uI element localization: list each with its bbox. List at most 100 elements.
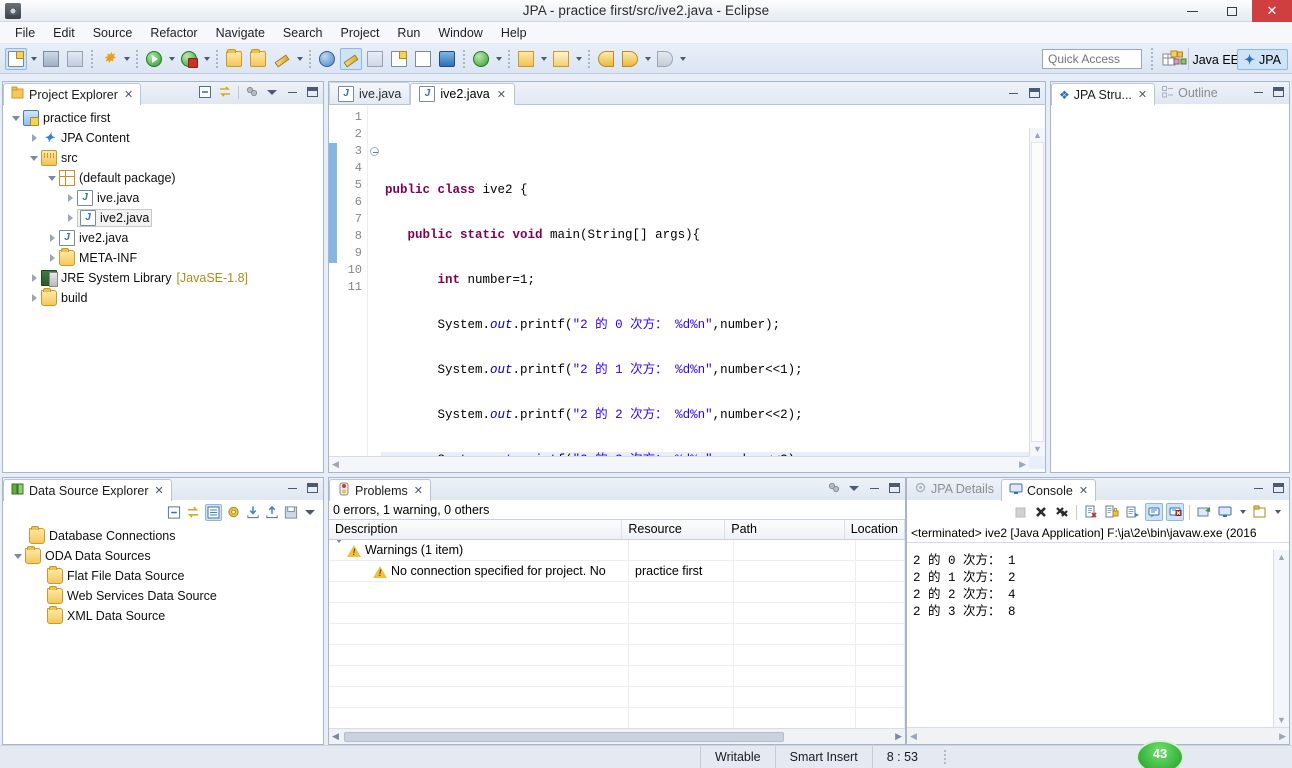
tab-project-explorer[interactable]: Project Explorer ✕	[3, 83, 142, 105]
paragraph-marks-button[interactable]	[412, 48, 434, 70]
minimize-button[interactable]	[1172, 0, 1212, 22]
console-menu-dropdown-arrow-icon[interactable]	[1272, 501, 1283, 523]
maximize-button[interactable]	[1212, 0, 1252, 22]
table-row[interactable]: Warnings (1 item)	[329, 539, 905, 561]
annotation-dropdown-arrow-icon[interactable]	[677, 48, 688, 70]
minimize-panel-icon[interactable]	[1251, 85, 1265, 99]
tree-item-jre-system-library[interactable]: JRE System Library [JavaSE-1.8]	[3, 268, 323, 288]
tree-item-default-package[interactable]: (default package)	[3, 168, 323, 188]
menu-item-refactor[interactable]: Refactor	[141, 24, 206, 42]
column-header-description[interactable]: Description	[329, 520, 623, 539]
tab-outline[interactable]: Outline	[1155, 82, 1225, 104]
export-dropdown-arrow-icon[interactable]	[573, 48, 584, 70]
collapse-all-icon[interactable]	[167, 505, 181, 519]
new-dropdown-arrow-icon[interactable]	[28, 48, 39, 70]
import-profiles-icon[interactable]	[246, 505, 260, 519]
column-header-location[interactable]: Location	[845, 520, 905, 539]
close-icon[interactable]: ✕	[1079, 484, 1088, 497]
scroll-down-icon[interactable]: ▼	[1030, 442, 1045, 456]
close-icon[interactable]: ✕	[414, 484, 423, 497]
link-with-editor-icon[interactable]	[218, 85, 232, 99]
close-icon[interactable]: ✕	[155, 484, 164, 497]
export-profiles-icon[interactable]	[265, 505, 279, 519]
editor-vertical-scrollbar[interactable]: ▲ ▼	[1029, 128, 1045, 456]
debug-button[interactable]	[178, 48, 200, 70]
menu-item-source[interactable]: Source	[84, 24, 142, 42]
new-project-wizard-button[interactable]	[470, 48, 492, 70]
link-with-editor-icon[interactable]	[186, 505, 200, 519]
scroll-left-icon[interactable]: ◀	[910, 731, 917, 742]
scroll-up-icon[interactable]: ▲	[1274, 550, 1289, 564]
menu-item-project[interactable]: Project	[332, 24, 389, 42]
minimize-view-icon[interactable]	[265, 85, 279, 99]
next-annotation-button[interactable]	[654, 48, 676, 70]
minimize-panel-icon[interactable]	[285, 85, 299, 99]
column-header-resource[interactable]: Resource	[622, 520, 726, 539]
menu-item-search[interactable]: Search	[274, 24, 332, 42]
view-menu-icon[interactable]	[245, 85, 259, 99]
import-dropdown-arrow-icon[interactable]	[538, 48, 549, 70]
tree-item-ive2-java-selected[interactable]: J ive2.java	[3, 208, 323, 228]
tree-item-flat-file-data-source[interactable]: Flat File Data Source	[3, 566, 323, 586]
twisty-closed-icon[interactable]	[63, 194, 77, 202]
maximize-panel-icon[interactable]	[1271, 481, 1285, 495]
build-button[interactable]: ✸	[98, 48, 120, 70]
save-icon[interactable]	[284, 505, 298, 519]
open-console-menu-button[interactable]	[1251, 503, 1269, 521]
run-dropdown-arrow-icon[interactable]	[166, 48, 177, 70]
manage-drivers-icon[interactable]	[227, 505, 241, 519]
menu-item-navigate[interactable]: Navigate	[207, 24, 274, 42]
perspective-jpa[interactable]: ✦ JPA	[1237, 49, 1288, 70]
twisty-closed-icon[interactable]	[45, 234, 59, 242]
open-report-button[interactable]	[388, 48, 410, 70]
tab-console[interactable]: Console ✕	[1001, 479, 1097, 501]
tab-jpa-structure[interactable]: ❖ JPA Stru... ✕	[1051, 83, 1156, 105]
filter-menu-icon[interactable]	[847, 481, 861, 495]
scroll-right-icon[interactable]: ▶	[1019, 459, 1026, 470]
twisty-closed-icon[interactable]	[63, 214, 77, 222]
tree-item-web-services-data-source[interactable]: Web Services Data Source	[3, 586, 323, 606]
display-selected-console-button[interactable]	[1145, 503, 1163, 521]
fold-collapse-icon[interactable]	[370, 147, 379, 157]
maximize-panel-icon[interactable]	[1027, 86, 1041, 100]
minimize-panel-icon[interactable]	[1251, 481, 1265, 495]
code-lines[interactable]: public class ive2 { public static void m…	[381, 105, 1045, 557]
open-type-button[interactable]	[223, 48, 245, 70]
table-row[interactable]: No connection specified for project. No …	[329, 560, 905, 582]
console-output[interactable]: 2 的 0 次方： 1 2 的 1 次方： 2 2 的 2 次方： 4 2 的 …	[907, 550, 1273, 727]
menu-item-file[interactable]: File	[6, 24, 44, 42]
show-categories-icon[interactable]	[205, 503, 222, 521]
new-console-view-button[interactable]	[1216, 503, 1234, 521]
scrollbar-thumb[interactable]	[1031, 142, 1044, 442]
editor-tab-ive-java[interactable]: J ive.java	[329, 82, 411, 104]
scroll-left-icon[interactable]: ◀	[332, 459, 339, 470]
run-button[interactable]	[143, 48, 165, 70]
open-console-button[interactable]	[436, 48, 458, 70]
editor-horizontal-scrollbar[interactable]: ◀ ▶	[329, 456, 1029, 472]
scroll-right-icon[interactable]: ▶	[1279, 731, 1286, 742]
open-resource-button[interactable]	[247, 48, 269, 70]
tab-jpa-details[interactable]: JPA Details	[907, 478, 1001, 500]
tab-data-source-explorer[interactable]: Data Source Explorer ✕	[3, 479, 172, 501]
scroll-down-icon[interactable]: ▼	[1274, 713, 1289, 727]
tree-item-ive-java[interactable]: J ive.java	[3, 188, 323, 208]
quick-access-input[interactable]	[1042, 49, 1142, 69]
clear-console-button[interactable]	[1082, 503, 1100, 521]
view-menu-icon[interactable]	[827, 481, 841, 495]
tab-problems[interactable]: Problems ✕	[329, 479, 432, 501]
debug-dropdown-arrow-icon[interactable]	[201, 48, 212, 70]
console-horizontal-scrollbar[interactable]: ◀ ▶	[907, 727, 1289, 744]
maximize-panel-icon[interactable]	[305, 85, 319, 99]
twisty-open-icon[interactable]	[11, 554, 25, 559]
tree-item-ive2-java[interactable]: J ive2.java	[3, 228, 323, 248]
collapse-all-icon[interactable]	[198, 85, 212, 99]
pin-console-button[interactable]	[1124, 503, 1142, 521]
problems-horizontal-scrollbar[interactable]: ◀ ▶	[329, 728, 905, 744]
pin-button[interactable]	[1195, 503, 1213, 521]
twisty-open-icon[interactable]	[45, 176, 59, 181]
tree-item-xml-data-source[interactable]: XML Data Source	[3, 606, 323, 626]
tree-item-build[interactable]: build	[3, 288, 323, 308]
package-dropdown-arrow-icon[interactable]	[294, 48, 305, 70]
console-view-dropdown-arrow-icon[interactable]	[1237, 501, 1248, 523]
remove-all-terminated-button[interactable]	[1053, 503, 1071, 521]
